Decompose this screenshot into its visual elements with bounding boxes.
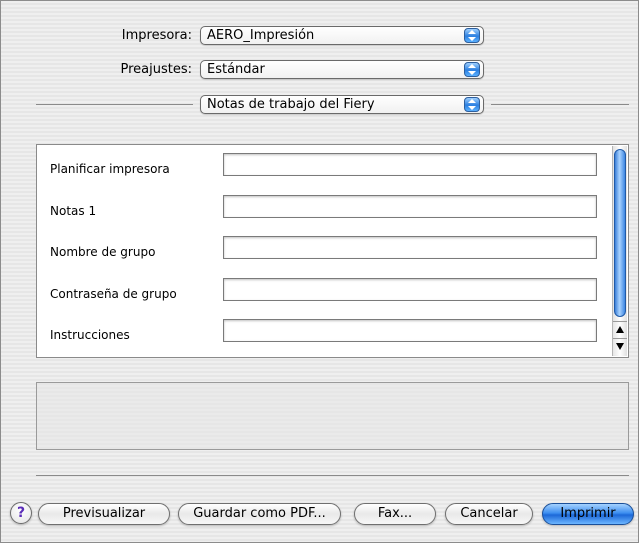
field-label-group-name: Nombre de grupo (50, 245, 156, 259)
up-down-arrows-icon (464, 62, 480, 77)
scroll-up-arrow-icon (616, 326, 624, 333)
up-down-arrows-icon (464, 28, 480, 43)
separator-right (491, 104, 629, 105)
printer-popup[interactable]: AERO_Impresión (200, 26, 484, 45)
scroll-up-button[interactable] (613, 321, 627, 338)
job-notes-panel: Planificar impresora Notas 1 Nombre de g… (36, 144, 629, 358)
group-password-field[interactable] (223, 278, 597, 301)
section-value: Notas de trabajo del Fiery (207, 97, 375, 112)
instructions-field[interactable] (223, 319, 597, 342)
field-label-group-password: Contraseña de grupo (50, 287, 177, 301)
scrollbar-thumb[interactable] (614, 149, 626, 317)
preview-button[interactable]: Previsualizar (38, 503, 170, 525)
separator-left (36, 104, 193, 105)
print-button[interactable]: Imprimir (542, 503, 634, 525)
presets-popup[interactable]: Estándar (200, 60, 484, 79)
field-label-schedule: Planificar impresora (50, 162, 170, 176)
bottom-separator (36, 475, 629, 476)
field-label-notes1: Notas 1 (50, 204, 97, 218)
cancel-button[interactable]: Cancelar (445, 503, 533, 525)
scroll-down-arrow-icon (616, 343, 624, 350)
notes1-field[interactable] (223, 195, 597, 218)
save-as-pdf-button[interactable]: Guardar como PDF... (178, 503, 341, 525)
schedule-print-field[interactable] (223, 153, 597, 176)
group-name-field[interactable] (223, 236, 597, 259)
scroll-down-button[interactable] (613, 338, 627, 355)
presets-value: Estándar (207, 62, 265, 77)
presets-label: Preajustes: (120, 62, 192, 77)
help-icon[interactable]: ? (10, 502, 32, 524)
fax-button[interactable]: Fax... (354, 503, 436, 525)
printer-value: AERO_Impresión (207, 28, 315, 43)
printer-label: Impresora: (121, 28, 192, 43)
section-popup[interactable]: Notas de trabajo del Fiery (200, 95, 484, 114)
vertical-scrollbar[interactable] (612, 146, 627, 356)
print-dialog: Impresora: AERO_Impresión Preajustes: Es… (0, 0, 639, 543)
info-box (36, 382, 629, 450)
up-down-arrows-icon (464, 97, 480, 112)
field-label-instructions: Instrucciones (50, 328, 130, 342)
